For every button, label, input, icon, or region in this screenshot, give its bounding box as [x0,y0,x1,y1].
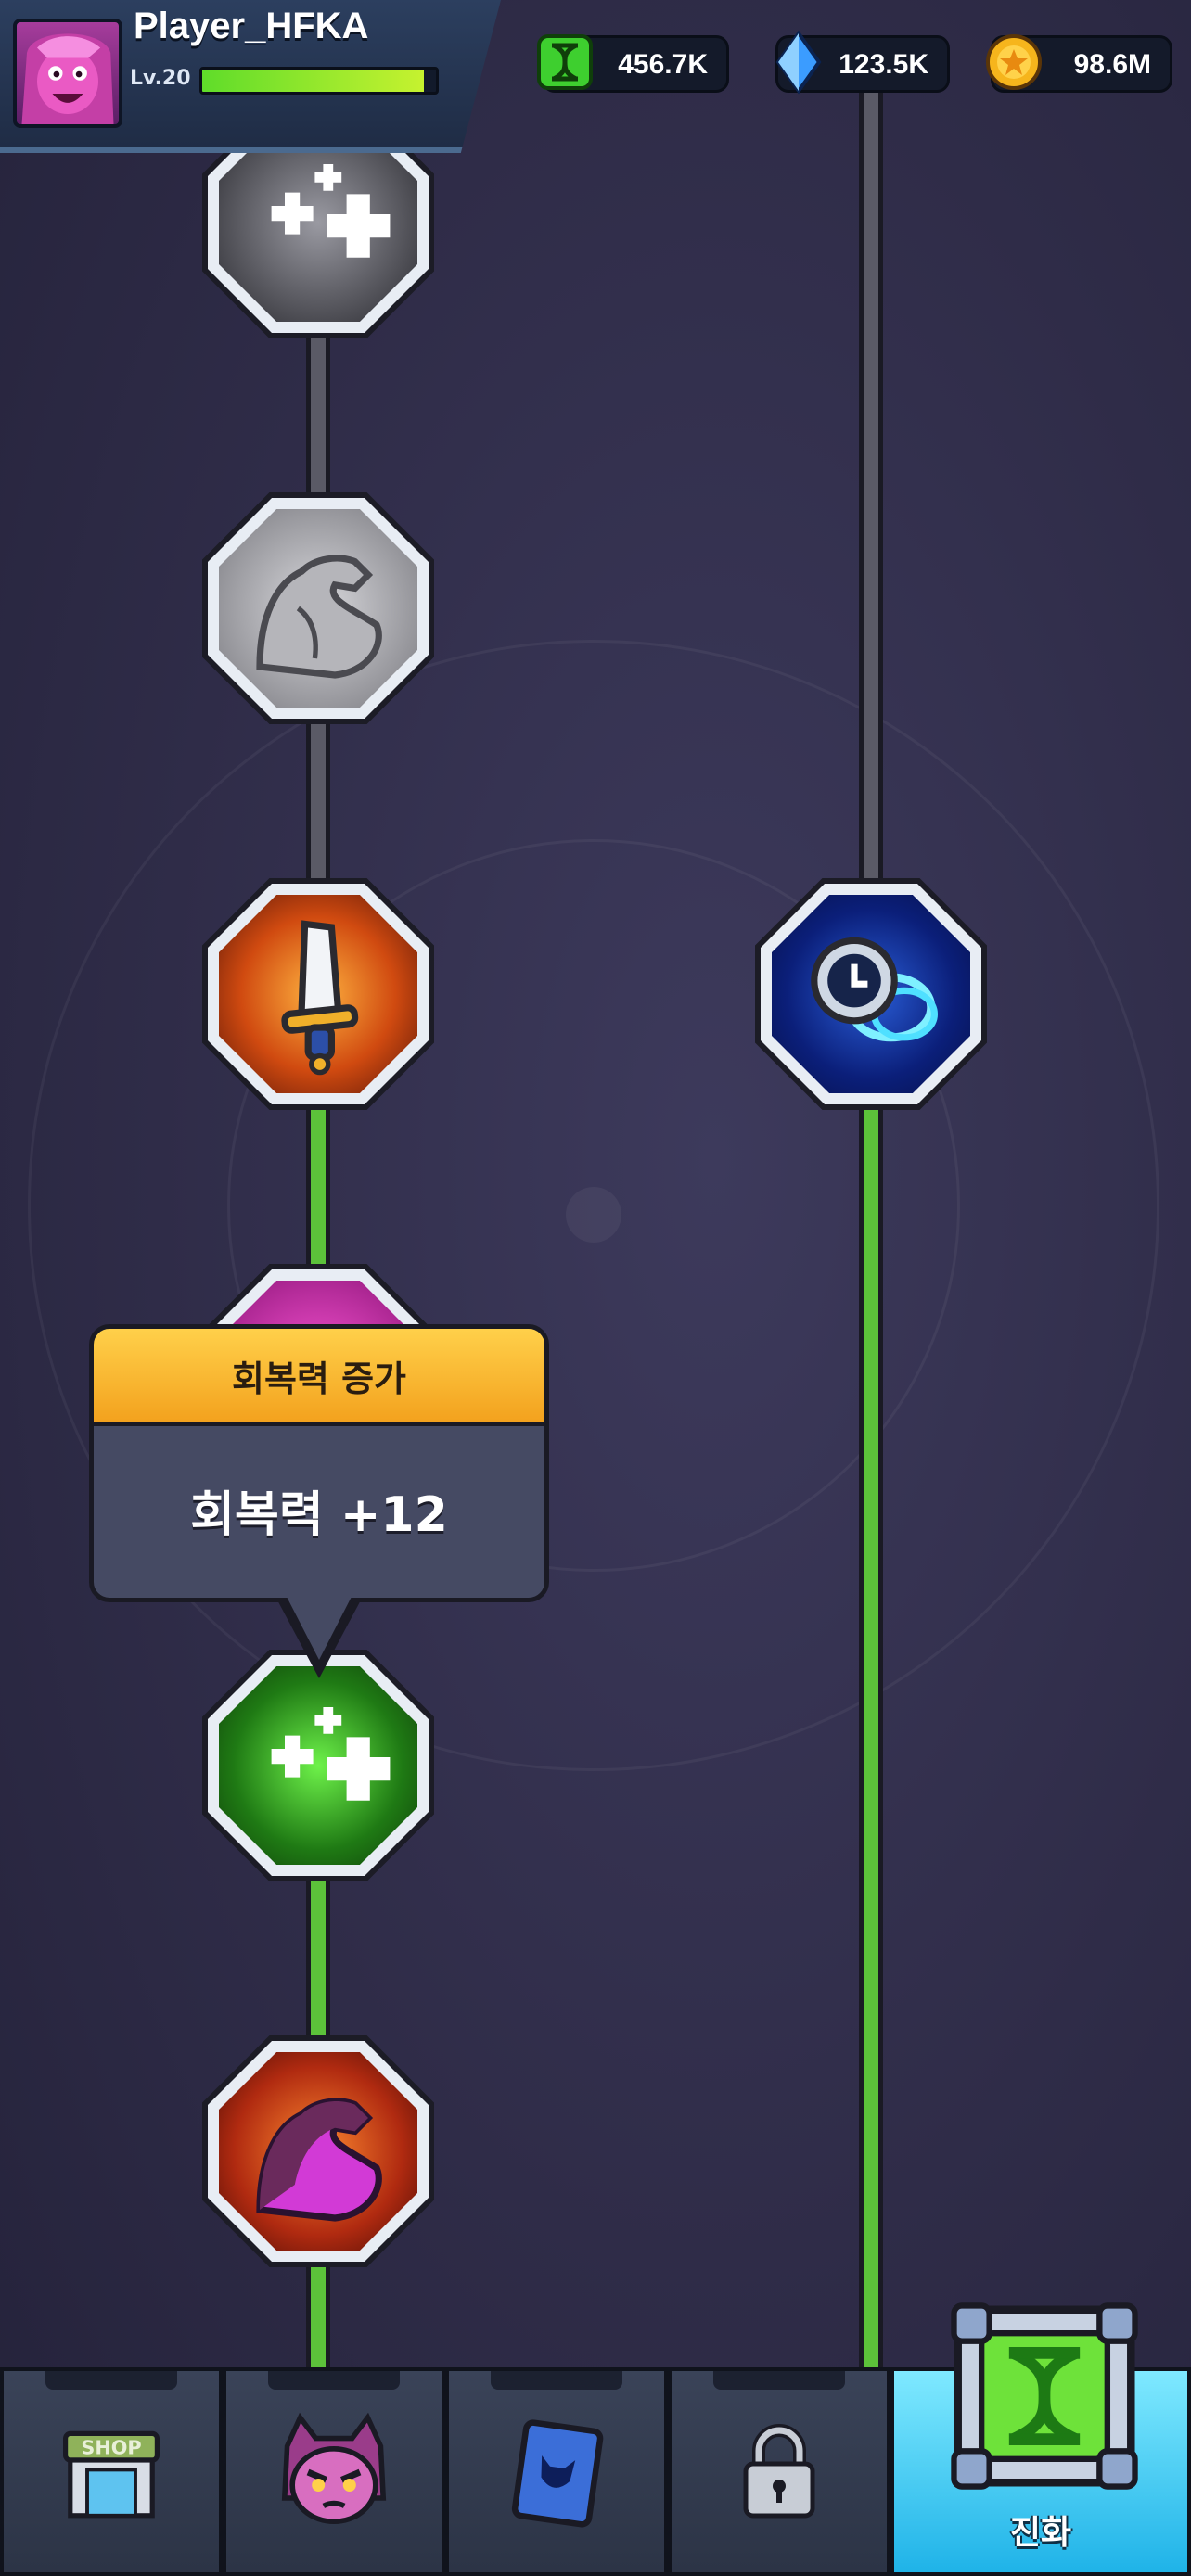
tree-link-locked-right [859,83,883,890]
tooltip-description: 회복력 +12 [190,1486,448,1543]
level-label: Lv.20 [130,67,191,90]
clock-speed-icon [811,937,938,1042]
profile-panel[interactable]: Player_HFKA Lv.20 [0,0,501,153]
tab-shop[interactable]: SHOP [0,2367,223,2576]
currency-gold-value: 98.6M [1073,49,1151,80]
tab-monster-card[interactable] [445,2367,668,2576]
skill-node-strength[interactable] [202,2035,434,2267]
tab-evolution-label: 진화 [1009,2514,1072,2552]
tab-locked[interactable] [668,2367,890,2576]
lock-icon [743,2423,815,2518]
tree-link-unlocked-right [859,1094,883,2367]
skill-tooltip: 회복력 +12 회복력 증가 [89,1324,549,1678]
heal-plus-icon [271,164,391,258]
skill-node-speed[interactable] [755,878,987,1110]
sword-icon [281,920,359,1076]
player-name: Player_HFKA [134,6,369,46]
heal-plus-icon [271,1707,391,1801]
xp-bar-fill [202,70,425,92]
player-avatar-icon [21,33,114,124]
monster-card-icon [511,2418,604,2528]
dna-icon [531,29,598,96]
tooltip-body: 회복력 +12 [89,1417,549,1602]
skill-node-heal[interactable] [202,1650,434,1881]
skill-node-strength-locked[interactable] [202,492,434,724]
xp-bar [199,67,439,95]
coin-icon [980,29,1047,96]
muscle-arm-icon [256,2098,382,2222]
currency-gem-value: 123.5K [839,49,928,80]
currency-dna[interactable]: 456.7K [537,34,729,93]
tooltip-title: 회복력 증가 [231,1358,407,1399]
shop-icon: SHOP [63,2430,160,2518]
shop-sign-text: SHOP [81,2436,141,2458]
currency-gold[interactable]: 98.6M [986,34,1172,93]
skill-node-attack[interactable] [202,878,434,1110]
currency-gem[interactable]: 123.5K [775,30,950,95]
top-bar: Player_HFKA Lv.20 456.7K 123.5K 98.6M [0,0,1191,158]
tab-hero[interactable] [223,2367,445,2576]
diamond-icon [765,29,832,96]
muscle-arm-icon [256,555,382,679]
background-center-dot [566,1187,621,1243]
dna-icon [951,2302,1138,2490]
character-icon [281,2412,387,2524]
currency-dna-value: 456.7K [618,49,708,80]
avatar[interactable] [13,19,122,128]
evolution-button[interactable] [946,2298,1143,2494]
tooltip-header: 회복력 증가 [89,1324,549,1426]
